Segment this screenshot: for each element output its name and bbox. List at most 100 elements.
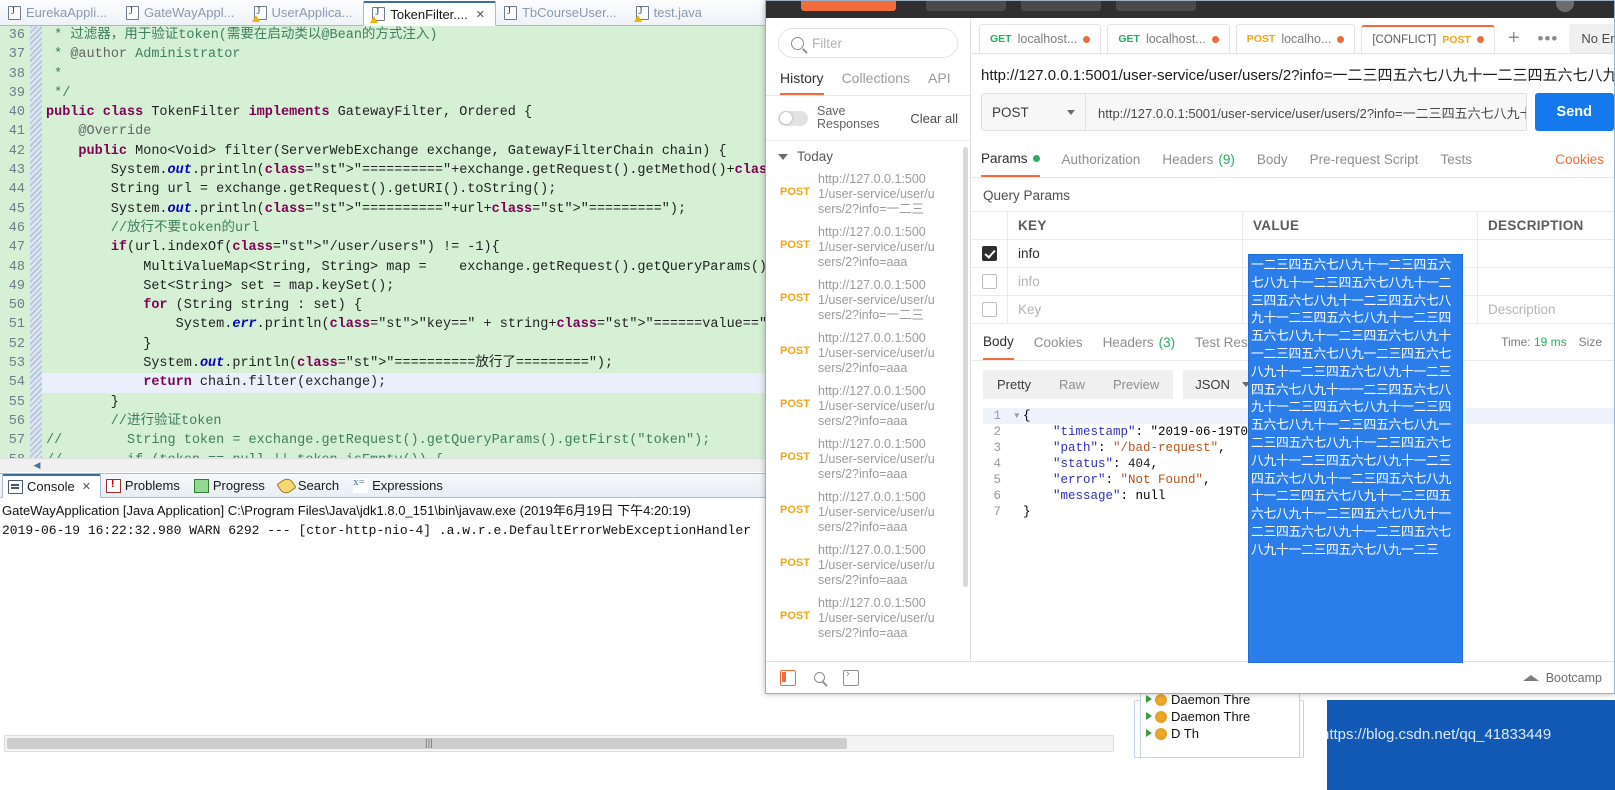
json-fold-icon[interactable] [1013,424,1023,440]
request-tab-cookies[interactable]: Cookies [1555,142,1604,176]
thread-icon [1146,710,1167,723]
response-tab-headers[interactable]: Headers (3) [1103,325,1176,359]
view-button-raw[interactable]: Raw [1044,370,1099,399]
line-number: 58 [0,451,30,458]
request-tab-1[interactable]: GET localhost... [1107,24,1230,53]
titlebar-button-c[interactable] [1116,1,1196,11]
resume-arrow-icon [1146,711,1152,720]
history-item[interactable]: POST http://127.0.0.1:5001/user-service/u… [766,539,970,592]
request-tab-headers[interactable]: Headers (9) [1162,142,1235,176]
history-item-url: http://127.0.0.1:5001/user-service/user/… [818,331,935,375]
request-tab-pre-request-script[interactable]: Pre-request Script [1310,142,1419,176]
modified-dot-icon [1032,155,1040,162]
clear-all-button[interactable]: Clear all [910,111,958,126]
response-nav-label: Headers [1102,335,1154,350]
selected-param-value-text[interactable]: 一二三四五六七八九十一二三四五六七八九十一二三四五六七八九十一二三四五六七八九十… [1248,254,1463,663]
json-fold-icon[interactable] [1013,504,1023,520]
history-item[interactable]: POST http://127.0.0.1:5001/user-service/u… [766,327,970,380]
titlebar-avatar[interactable] [1556,1,1574,12]
add-request-tab-button[interactable]: + [1501,27,1527,50]
json-fold-icon[interactable] [1013,472,1023,488]
param-checkbox[interactable] [981,246,997,261]
json-fold-icon[interactable] [1013,488,1023,504]
sidebar-tab-history[interactable]: History [780,70,824,95]
titlebar-button-a[interactable] [926,1,1006,11]
scroll-left-arrow-icon[interactable]: ◀ [30,459,44,472]
history-item[interactable]: POST http://127.0.0.1:5001/user-service/u… [766,168,970,221]
view-button-pretty[interactable]: Pretty [983,370,1045,399]
param-check-cell [971,240,1008,267]
close-icon[interactable]: ✕ [82,480,91,493]
filter-input[interactable]: Filter [778,28,958,58]
history-item[interactable]: POST http://127.0.0.1:5001/user-service/u… [766,486,970,539]
param-checkbox[interactable] [981,274,997,289]
history-item-method: POST [780,610,810,622]
view-tab-problems[interactable]: Problems [101,476,189,495]
editor-tab-1[interactable]: GateWayAppl... [118,0,246,25]
json-fold-icon[interactable] [1013,440,1023,456]
bottom-horizontal-scrollbar[interactable] [4,735,1114,752]
problems-icon [105,478,121,493]
url-input[interactable]: http://127.0.0.1:5001/user-service/user/… [1086,93,1527,131]
history-group-header[interactable]: Today [766,141,970,168]
resume-arrow-icon [1146,728,1152,737]
thread-row[interactable]: D Th [1141,725,1299,742]
request-tab-0[interactable]: GET localhost... [979,24,1102,53]
param-key-cell[interactable]: Key [1008,296,1243,323]
filter-wrapper: Filter [766,18,970,62]
request-tab-body[interactable]: Body [1257,142,1288,176]
history-item[interactable]: POST http://127.0.0.1:5001/user-service/u… [766,221,970,274]
param-description-cell[interactable]: Description [1478,296,1614,323]
json-fold-icon[interactable]: ▾ [1013,408,1023,424]
history-list[interactable]: Today POST http://127.0.0.1:5001/user-ser… [766,141,970,669]
editor-tab-4[interactable]: TbCourseUser... [496,0,628,25]
editor-tab-0[interactable]: EurekaAppli... [0,0,118,25]
find-icon[interactable] [814,672,825,683]
sidebar-tab-api[interactable]: API [928,70,951,95]
view-tab-progress[interactable]: Progress [189,476,274,495]
environment-selector[interactable]: No Environment [1569,24,1614,53]
close-icon[interactable]: ✕ [476,8,485,21]
titlebar-button-b[interactable] [1021,1,1101,11]
request-tab-3[interactable]: [CONFLICT] POST [1361,24,1495,53]
history-item[interactable]: POST http://127.0.0.1:5001/user-service/u… [766,592,970,645]
request-tab-2[interactable]: POST localho... [1235,24,1356,53]
history-item[interactable]: POST http://127.0.0.1:5001/user-service/u… [766,274,970,327]
line-number: 45 [8,201,25,217]
sidebar-tab-collections[interactable]: Collections [842,70,910,95]
response-tab-cookies[interactable]: Cookies [1034,325,1083,359]
console-icon[interactable] [843,668,859,686]
editor-tab-5[interactable]: test.java [628,0,713,25]
method-select[interactable]: POST [981,93,1086,131]
editor-tab-3[interactable]: TokenFilter.... ✕ [363,1,496,26]
json-fold-icon[interactable] [1013,456,1023,472]
view-tab-expressions[interactable]: Expressions [348,476,452,495]
thread-row[interactable]: Daemon Thre [1141,708,1299,725]
view-tab-search[interactable]: Search [274,475,348,496]
titlebar-accent [801,1,896,11]
param-key-cell[interactable]: info [1008,268,1243,295]
request-tab-authorization[interactable]: Authorization [1062,142,1141,176]
view-button-preview[interactable]: Preview [1098,370,1174,399]
param-checkbox[interactable] [981,302,997,317]
bootcamp-button[interactable]: Bootcamp [1522,671,1602,685]
view-tab-console[interactable]: Console ✕ [2,474,101,498]
send-button[interactable]: Send [1534,93,1614,131]
save-responses-toggle[interactable] [778,110,808,126]
history-item[interactable]: POST http://127.0.0.1:5001/user-service/u… [766,433,970,486]
history-item[interactable]: POST http://127.0.0.1:5001/user-service/u… [766,380,970,433]
response-tab-body[interactable]: Body [983,324,1014,360]
search-icon [276,475,297,496]
request-tab-params[interactable]: Params [981,141,1040,177]
java-file-icon [125,5,139,20]
more-tabs-button[interactable]: ••• [1533,29,1564,49]
history-scrollbar[interactable] [963,147,968,587]
request-tab-method: POST [1442,33,1471,46]
param-description-cell[interactable] [1478,240,1614,267]
threads-panel[interactable]: Daemon Thre Daemon Thre D Th [1140,690,1300,758]
param-key-cell[interactable]: info [1008,240,1243,267]
request-tab-tests[interactable]: Tests [1440,142,1472,176]
param-description-cell[interactable] [1478,268,1614,295]
editor-tab-2[interactable]: UserApplica... [246,0,364,25]
sidebar-toggle-icon[interactable] [780,669,796,686]
